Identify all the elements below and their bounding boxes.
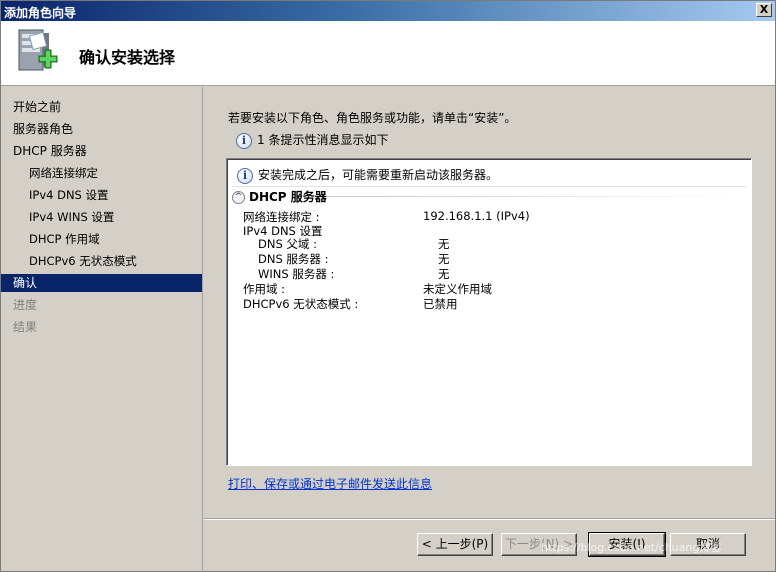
restart-warning-text: 安装完成之后，可能需要重新启动该服务器。	[258, 168, 499, 182]
detail-value: 无	[438, 267, 450, 281]
back-button[interactable]: < 上一步(P)	[417, 533, 493, 556]
close-button[interactable]: X	[756, 3, 772, 17]
detail-label: DNS 服务器 :	[258, 252, 329, 266]
detail-label: 作用域 :	[243, 282, 286, 296]
detail-value: 未定义作用域	[423, 282, 492, 296]
info-icon: i	[237, 167, 253, 184]
detail-value: 无	[438, 252, 450, 266]
nav-item-confirmation[interactable]: 确认	[1, 274, 202, 292]
nav-item-ipv4-wins[interactable]: IPv4 WINS 设置	[1, 208, 202, 226]
divider	[232, 186, 746, 187]
nav-item-results: 结果	[13, 320, 38, 334]
section-title: DHCP 服务器	[249, 190, 327, 204]
detail-label: DNS 父域 :	[258, 237, 317, 251]
wizard-header: 确认安装选择	[1, 21, 775, 86]
nav-item-server-roles[interactable]: 服务器角色	[1, 120, 202, 138]
detail-label: WINS 服务器 :	[258, 267, 335, 281]
nav-item-progress: 进度	[13, 298, 38, 312]
nav-item-before-you-begin[interactable]: 开始之前	[1, 98, 202, 116]
install-button[interactable]: 安装(I)	[588, 532, 666, 557]
detail-value: 无	[438, 237, 450, 251]
close-icon: X	[759, 3, 769, 16]
confirmation-content: 若要安装以下角色、角色服务或功能，请单击“安装”。 i1 条提示性消息显示如下 …	[204, 87, 775, 519]
dhcp-section-header[interactable]: ^ DHCP 服务器	[232, 188, 327, 205]
nav-item-ipv4-dns[interactable]: IPv4 DNS 设置	[1, 186, 202, 204]
nav-item-network-binding[interactable]: 网络连接绑定	[1, 164, 202, 182]
detail-value: 已禁用	[423, 297, 458, 311]
info-icon: i	[236, 132, 252, 149]
print-save-email-link[interactable]: 打印、保存或通过电子邮件发送此信息	[228, 475, 432, 492]
intro-text: 若要安装以下角色、角色服务或功能，请单击“安装”。	[228, 111, 517, 125]
wizard-steps-nav: 开始之前 服务器角色 DHCP 服务器 网络连接绑定 IPv4 DNS 设置 I…	[1, 87, 203, 572]
server-add-icon	[18, 29, 58, 71]
window-title: 添加角色向导	[4, 6, 77, 20]
info-message-text: 1 条提示性消息显示如下	[257, 133, 389, 147]
title-bar[interactable]: 添加角色向导 X	[1, 1, 775, 21]
next-button: 下一步(N) >	[501, 533, 577, 556]
nav-item-dhcp-scopes[interactable]: DHCP 作用域	[1, 230, 202, 248]
nav-item-dhcp-server[interactable]: DHCP 服务器	[1, 142, 202, 160]
info-message-count: i 1 条提示性消息显示如下	[236, 131, 388, 149]
detail-value: 192.168.1.1 (IPv4)	[423, 209, 530, 223]
confirmation-details-panel[interactable]: i 安装完成之后，可能需要重新启动该服务器。 ^ DHCP 服务器 网络连接绑定 :…	[226, 158, 752, 466]
cancel-button[interactable]: 取消	[670, 533, 746, 556]
section-divider	[327, 196, 745, 197]
collapse-chevron-icon[interactable]: ^	[232, 191, 245, 204]
page-title: 确认安装选择	[79, 48, 176, 67]
add-roles-wizard-window: 添加角色向导 X 确认安装选择 开始之前 服务器角色 DHCP 服务器 网络连接…	[0, 0, 776, 572]
detail-label: DHCPv6 无状态模式 :	[243, 297, 359, 311]
nav-item-dhcpv6-stateless[interactable]: DHCPv6 无状态模式	[1, 252, 202, 270]
footer-divider	[204, 518, 775, 520]
restart-warning: i 安装完成之后，可能需要重新启动该服务器。	[237, 166, 498, 184]
